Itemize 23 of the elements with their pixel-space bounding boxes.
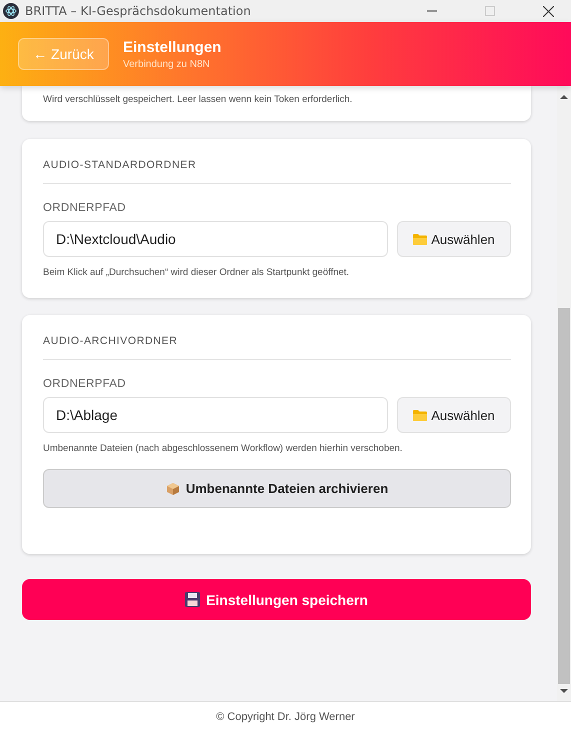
folder-icon [413,409,428,421]
copyright-text: © Copyright Dr. Jörg Werner [216,710,355,722]
path-field[interactable]: D:\Nextcloud\Audio [43,221,388,257]
folder-icon [413,233,428,245]
app-logo-icon [3,3,19,19]
maximize-icon [485,6,495,16]
field-label: ORDNERPFAD [43,378,127,390]
hint-text: Beim Klick auf „Durchsuchen“ wird dieser Ordner als Startpunkt geöffnet. [43,267,350,278]
page-title: Einstellungen [123,38,222,56]
section-heading: AUDIO-ARCHIVORDNER [43,335,179,347]
browse-button[interactable]: Auswählen [397,221,511,257]
window-title: BRITTA – KI-Gesprächsdokumentation [25,4,251,18]
box-icon [166,482,180,496]
hint-text: Wird verschlüsselt gespeichert. Leer lassen wenn kein Token erforderlich. [43,94,354,105]
path-field[interactable]: D:\Ablage [43,397,388,433]
browse-button[interactable]: Auswählen [397,397,511,433]
close-icon[interactable] [543,6,554,16]
archive-button[interactable]: Umbenannte Dateien archivieren [43,469,511,508]
save-button[interactable]: Einstellungen speichern [22,579,531,620]
page-subtitle: Verbindung zu N8N [123,58,211,70]
hint-text: Umbenannte Dateien (nach abgeschlossenem Workflow) werden hierhin verschoben. [43,443,404,454]
section-heading: AUDIO-STANDARDORDNER [43,159,198,171]
field-label: ORDNERPFAD [43,202,127,214]
